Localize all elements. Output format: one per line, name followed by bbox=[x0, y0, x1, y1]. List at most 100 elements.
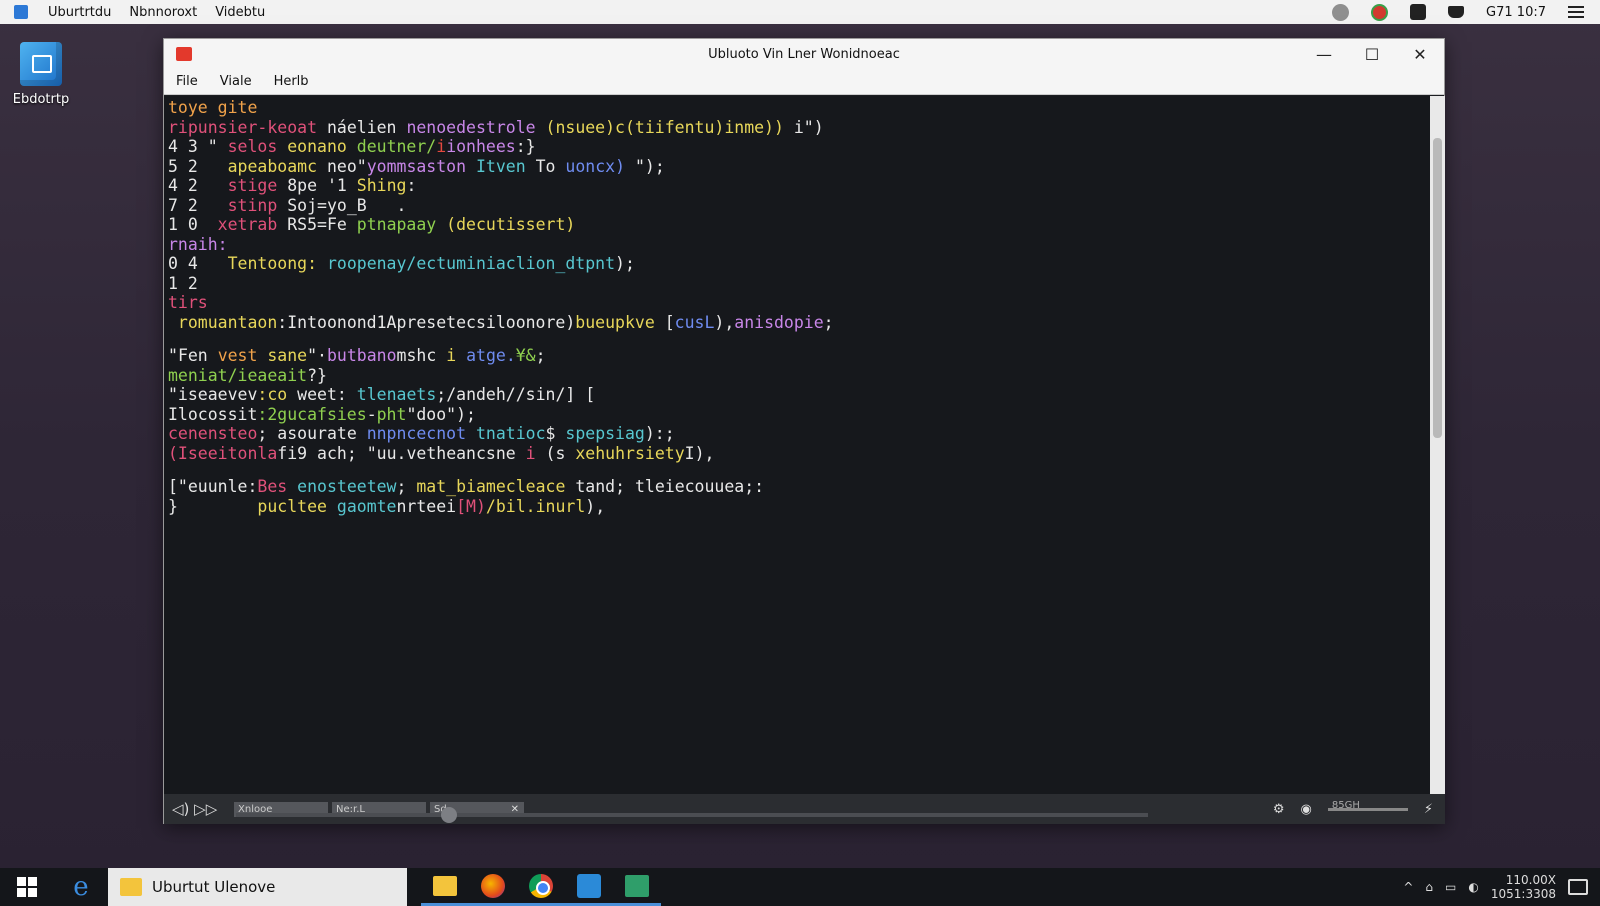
code-token: vetheancsne bbox=[406, 443, 526, 463]
code-line[interactable]: Ilocossit:2gucafsies-pht"doo"); bbox=[168, 405, 1430, 425]
code-token: (nsuee)c(tiifentu)inme)) bbox=[545, 117, 794, 137]
menu-file[interactable]: File bbox=[176, 74, 198, 89]
code-token: náelien bbox=[326, 117, 407, 137]
pinned-chrome[interactable] bbox=[517, 868, 565, 906]
code-line[interactable]: } pucltee gaomtenrteei[M)/bil.inurl), bbox=[168, 497, 1430, 517]
minimize-button[interactable]: — bbox=[1300, 39, 1348, 69]
code-line[interactable]: ["euunle:Bes enosteetew; mat_biamecleace… bbox=[168, 477, 1430, 497]
code-token: bueupkve bbox=[575, 312, 665, 332]
tray-chevron-icon[interactable]: ^ bbox=[1403, 880, 1413, 894]
code-token: yommsaston bbox=[366, 156, 476, 176]
seek-bar[interactable] bbox=[236, 807, 1148, 823]
window-controls: — ☐ ✕ bbox=[1300, 39, 1444, 69]
vertical-scrollbar[interactable] bbox=[1430, 96, 1445, 794]
close-button[interactable]: ✕ bbox=[1396, 39, 1444, 69]
window-titlebar[interactable]: Ubluoto Vin Lner Wonidnoeac — ☐ ✕ bbox=[164, 39, 1444, 69]
code-token: i bbox=[446, 346, 467, 365]
code-editor[interactable]: toye gite ripunsier-keoat náelien nenoede… bbox=[164, 96, 1430, 794]
scrollbar-thumb[interactable] bbox=[1433, 138, 1442, 438]
code-token: "doo"); bbox=[406, 404, 476, 424]
code-line[interactable]: 0 4 Tentoong: roopenay/ectuminiaclion_dt… bbox=[168, 254, 1430, 274]
code-token: butbano bbox=[326, 346, 397, 365]
code-line[interactable]: 4 2 stige 8pe '1 Shing: bbox=[168, 176, 1430, 196]
code-token: · bbox=[317, 346, 327, 365]
settings-icon[interactable]: ⚙ bbox=[1273, 802, 1285, 817]
playback-controls[interactable]: ◁) ▷▷ bbox=[164, 800, 234, 818]
taskbar-active-window[interactable]: Uburtut Ulenove bbox=[108, 868, 407, 906]
volume-label: 85GH bbox=[1331, 799, 1360, 811]
code-token: toye gite bbox=[168, 98, 258, 117]
code-line[interactable]: ripunsier-keoat náelien nenoedestrole (n… bbox=[168, 118, 1430, 138]
app-logo-icon[interactable] bbox=[14, 5, 28, 19]
code-token: vest bbox=[217, 346, 268, 365]
code-line[interactable]: 5 2 apeaboamc neo"yommsaston Itven To uo… bbox=[168, 157, 1430, 177]
folder-icon bbox=[120, 878, 142, 896]
code-token: pht bbox=[376, 404, 407, 424]
puzzle-icon[interactable] bbox=[1410, 4, 1427, 20]
file-explorer-icon bbox=[433, 875, 457, 896]
code-line[interactable]: romuantaon:Intoonond1Apresetecsiloonore)… bbox=[168, 313, 1430, 333]
desktop-shortcut-label: Ebdotrtp bbox=[12, 92, 70, 107]
code-token: tnatioc bbox=[475, 424, 546, 443]
code-line[interactable]: 4 3 " selos eonano deutner/iionhees:} bbox=[168, 137, 1430, 157]
menu-help[interactable]: Herlb bbox=[274, 74, 309, 89]
maximize-button[interactable]: ☐ bbox=[1348, 39, 1396, 69]
tray-clock[interactable]: 110.00X 1051:3308 bbox=[1491, 873, 1556, 901]
code-line[interactable]: cenensteo; asourate nnpncecnot tnatioc$ … bbox=[168, 424, 1430, 444]
code-token: mat_biamecleace bbox=[416, 477, 576, 496]
code-token: ionhees bbox=[446, 137, 516, 156]
audio-icon[interactable]: ◉ bbox=[1301, 802, 1312, 817]
code-token: deutner/ bbox=[356, 137, 437, 156]
code-line[interactable]: tirs bbox=[168, 293, 1430, 313]
status-icon[interactable] bbox=[1332, 3, 1350, 21]
network-icon[interactable]: ⌂ bbox=[1425, 880, 1433, 894]
volume-icon[interactable]: ◐ bbox=[1468, 880, 1478, 894]
battery-icon[interactable]: ▭ bbox=[1445, 880, 1456, 894]
top-menu-item-1[interactable]: Uburtrtdu bbox=[48, 5, 111, 20]
notification-flag-icon[interactable] bbox=[1448, 6, 1465, 18]
code-token: [ bbox=[664, 312, 675, 332]
volume-slider[interactable]: 85GH bbox=[1327, 800, 1408, 811]
code-line[interactable]: rnaih: bbox=[168, 235, 1430, 255]
top-menu-item-2[interactable]: Nbnnoroxt bbox=[129, 5, 197, 20]
taskbar-pinned-apps bbox=[421, 868, 661, 906]
seek-knob[interactable] bbox=[441, 807, 457, 823]
code-token: ), bbox=[585, 496, 606, 516]
pinned-file-explorer[interactable] bbox=[421, 868, 469, 906]
code-token: nnpncecnot bbox=[366, 424, 476, 443]
top-clock[interactable]: G71 10:7 bbox=[1486, 5, 1546, 20]
pinned-app-blue[interactable] bbox=[565, 868, 613, 906]
pinned-firefox[interactable] bbox=[469, 868, 517, 906]
notification-center-icon[interactable] bbox=[1568, 879, 1588, 895]
edge-browser-icon[interactable]: e bbox=[54, 872, 108, 902]
code-line[interactable]: 1 2 bbox=[168, 274, 1430, 294]
code-token: [ bbox=[585, 385, 596, 404]
code-line[interactable]: "iseaevev:co weet: tlenaets;/andeh//sin/… bbox=[168, 385, 1430, 405]
start-button[interactable] bbox=[0, 868, 54, 906]
code-token: tlenaets bbox=[356, 385, 437, 404]
code-line[interactable]: 1 0 xetrab RS5=Fe ptnapaay (decutissert) bbox=[168, 215, 1430, 235]
top-menu-item-3[interactable]: Videbtu bbox=[215, 5, 265, 20]
media-statusbar: ◁) ▷▷ Xnlooe Ne:r.L Sd... ✕ ⚙ ◉ 85GH ⚡ bbox=[164, 794, 1445, 824]
code-token: i bbox=[525, 443, 546, 463]
menu-view[interactable]: Viale bbox=[220, 74, 252, 89]
code-line[interactable]: toye gite bbox=[168, 98, 1430, 118]
expand-icon[interactable]: ⚡ bbox=[1424, 802, 1433, 817]
code-line[interactable]: "Fen vest sane"·butbanomshc i atge.¥&; bbox=[168, 346, 1430, 366]
hamburger-menu-icon[interactable] bbox=[1568, 6, 1584, 18]
image-viewer-icon bbox=[625, 874, 649, 897]
code-line[interactable]: meniat/ieaeait?} bbox=[168, 366, 1430, 386]
code-line[interactable]: 7 2 stinp Soj=yo_B . bbox=[168, 196, 1430, 216]
code-token: ), bbox=[714, 312, 735, 332]
code-line[interactable]: (Iseeitonlafi9 ach; "uu.vetheancsne i (s… bbox=[168, 444, 1430, 464]
code-token: roopenay/ectuminiaclion_dtpnt bbox=[326, 254, 616, 273]
browser-tray-icon[interactable] bbox=[1371, 3, 1389, 21]
code-token: "uu. bbox=[366, 443, 407, 463]
code-token: (s bbox=[545, 443, 576, 463]
pinned-app-green[interactable] bbox=[613, 868, 661, 906]
code-token: xetrab bbox=[217, 215, 288, 234]
desktop-shortcut[interactable]: Ebdotrtp bbox=[10, 42, 72, 107]
code-token: fi9 bbox=[277, 443, 318, 463]
code-token: romuantaon bbox=[168, 312, 278, 332]
code-token: 4 3 " bbox=[168, 137, 228, 156]
